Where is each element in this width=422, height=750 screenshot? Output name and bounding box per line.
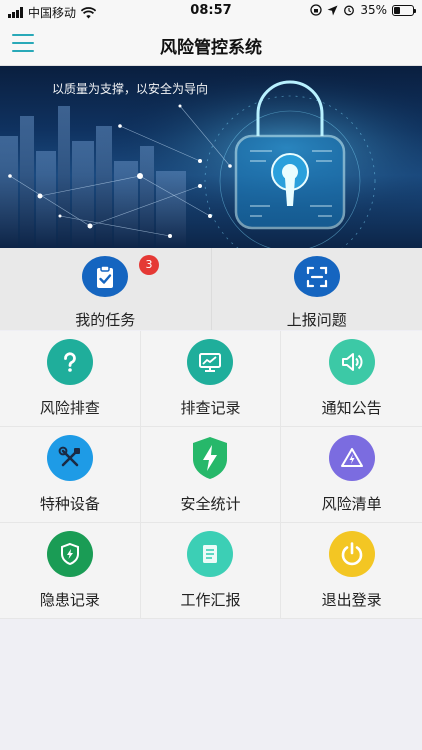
report-issue-button[interactable]: 上报问题 (210, 248, 422, 330)
report-issue-label: 上报问题 (286, 311, 347, 329)
clipboard-check-icon (82, 256, 129, 297)
battery-icon (392, 4, 416, 16)
alarm-icon (344, 5, 355, 16)
notice-button[interactable]: 通知公告 (281, 331, 422, 427)
risk-inspection-button[interactable]: 风险排查 (0, 331, 141, 427)
location-icon (327, 5, 338, 15)
my-tasks-button[interactable]: 3 我的任务 (0, 248, 211, 330)
battery-fill (394, 6, 401, 14)
task-count-badge: 3 (139, 255, 159, 275)
power-icon (328, 531, 375, 577)
top-actions: 3 我的任务 上报问题 (0, 248, 422, 330)
banner-image: 以质量为支撑，以安全为导向 (0, 66, 422, 248)
lock-rotation-icon (310, 4, 322, 16)
risk-inspection-label: 风险排查 (39, 399, 100, 417)
risk-list-button[interactable]: 风险清单 (281, 427, 422, 523)
work-report-label: 工作汇报 (180, 591, 241, 609)
safety-statistics-button[interactable]: 安全统计 (140, 427, 282, 523)
battery-percent: 35% (360, 3, 387, 17)
special-equipment-button[interactable]: 特种设备 (0, 427, 141, 523)
warning-triangle-icon (328, 435, 375, 481)
risk-list-label: 风险清单 (321, 495, 382, 513)
hazard-records-button[interactable]: 隐患记录 (0, 523, 141, 619)
status-right: 35% (310, 3, 416, 17)
speaker-icon (328, 339, 375, 385)
logout-button[interactable]: 退出登录 (281, 523, 422, 619)
document-icon (187, 531, 234, 577)
question-icon (46, 339, 93, 385)
inspection-records-button[interactable]: 排查记录 (140, 331, 282, 427)
tools-icon (46, 435, 93, 481)
page-title: 风险管控系统 (160, 38, 262, 58)
special-equipment-label: 特种设备 (39, 495, 100, 513)
work-report-button[interactable]: 工作汇报 (140, 523, 282, 619)
shield-bolt-icon (187, 435, 233, 481)
nav-bar: 风险管控系统 (0, 22, 422, 66)
shield-bolt-icon (46, 531, 93, 577)
hazard-records-label: 隐患记录 (39, 591, 100, 609)
banner-slogan: 以质量为支撑，以安全为导向 (52, 82, 209, 96)
logout-label: 退出登录 (321, 591, 382, 609)
function-grid: 风险排查 排查记录 通知公告 特种设备 安全统计 风险清单 隐患记录 工作汇报 … (0, 331, 422, 619)
notice-label: 通知公告 (321, 399, 382, 417)
safety-statistics-label: 安全统计 (180, 495, 241, 513)
scan-frame-icon (293, 256, 340, 297)
my-tasks-label: 我的任务 (75, 311, 136, 329)
status-bar: 中国移动 08:57 35% (0, 0, 422, 22)
inspection-records-label: 排查记录 (180, 399, 241, 417)
monitor-chart-icon (187, 339, 234, 385)
